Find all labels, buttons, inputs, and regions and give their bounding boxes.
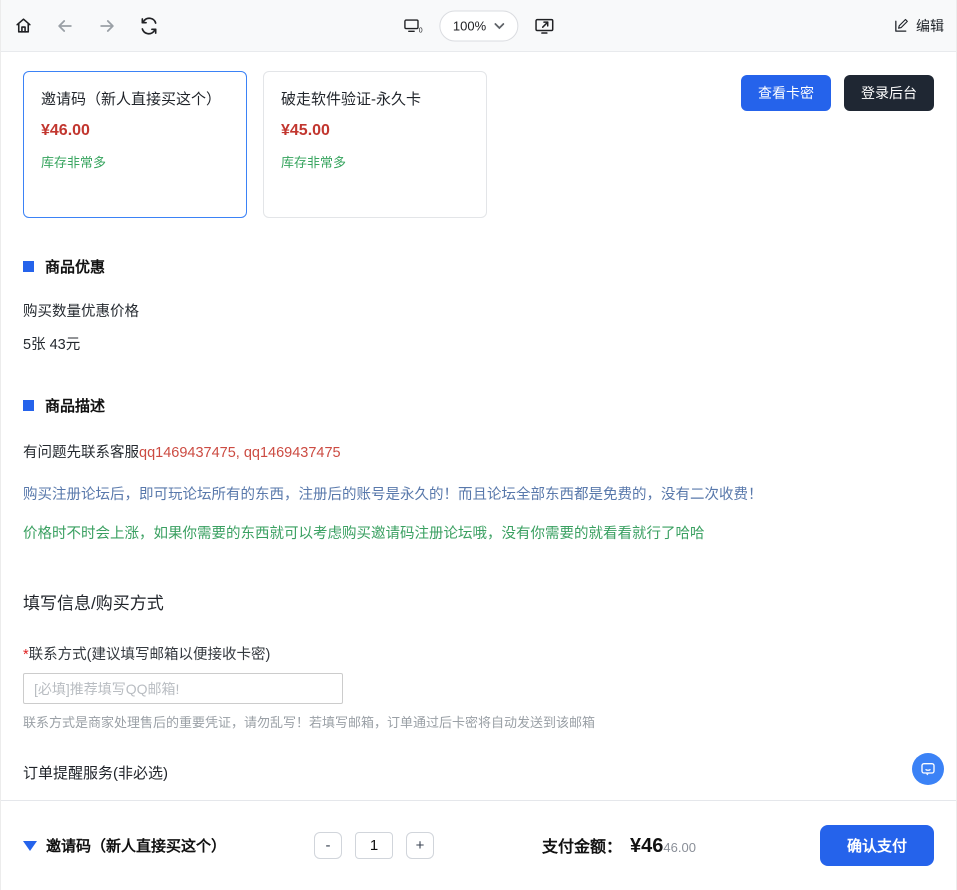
main-content: 邀请码（新人直接买这个） ¥46.00 库存非常多 破走软件验证-永久卡 ¥45… [1, 71, 956, 833]
checkout-bar: 邀请码（新人直接买这个） - + 支付金额： ¥46 46.00 确认支付 [1, 800, 956, 890]
forward-icon[interactable] [97, 16, 117, 36]
contact-qq-numbers: qq1469437475, qq1469437475 [139, 445, 341, 461]
promo-tier-line: 5张 43元 [23, 333, 934, 354]
chevron-down-icon [494, 22, 504, 29]
order-remind-label: 订单提醒服务(非必选) [23, 762, 934, 783]
login-admin-button[interactable]: 登录后台 [844, 75, 934, 111]
cast-screen-icon[interactable] [534, 16, 554, 36]
contact-field-label-text: 联系方式(建议填写邮箱以便接收卡密) [29, 647, 271, 663]
zoom-level-dropdown[interactable]: 100% [439, 10, 518, 41]
product-card-invite-code[interactable]: 邀请码（新人直接买这个） ¥46.00 库存非常多 [23, 71, 247, 218]
refresh-icon[interactable] [139, 16, 159, 36]
toolbar-center-group: 0 100% [403, 10, 554, 41]
chat-fab-button[interactable] [912, 753, 944, 785]
page: 0 100% 编辑 邀请码（新人直接买这个） ¥46.00 库存非常多 破走软件… [0, 0, 957, 890]
chat-bubble-icon [920, 761, 936, 777]
quantity-plus-button[interactable]: + [406, 832, 434, 859]
device-toolbar-icon[interactable]: 0 [403, 16, 423, 36]
quantity-stepper: - + [314, 832, 434, 859]
description-line-green: 价格时不时会上涨，如果你需要的东西就可以考虑购买邀请码注册论坛哦，没有你需要的就… [23, 522, 934, 543]
pay-amount-decimal: 46.00 [663, 840, 696, 855]
edit-pencil-icon [893, 17, 910, 34]
product-price: ¥45.00 [281, 122, 469, 140]
contact-service-line: 有问题先联系客服qq1469437475, qq1469437475 [23, 441, 934, 462]
contact-service-prefix: 有问题先联系客服 [23, 445, 139, 461]
promo-line: 购买数量优惠价格 [23, 300, 934, 321]
description-line-blue: 购买注册论坛后，即可玩论坛所有的东西，注册后的账号是永久的！而且论坛全部东西都是… [23, 483, 934, 504]
top-action-buttons: 查看卡密 登录后台 [741, 75, 934, 111]
description-section-header: 商品描述 [23, 395, 934, 416]
product-card-row: 邀请码（新人直接买这个） ¥46.00 库存非常多 破走软件验证-永久卡 ¥45… [23, 71, 934, 218]
svg-text:0: 0 [418, 27, 422, 34]
purchase-form-header: 填写信息/购买方式 [23, 589, 934, 614]
toolbar: 0 100% 编辑 [1, 0, 956, 52]
product-stock-status: 库存非常多 [41, 152, 229, 171]
section-bullet-icon [23, 400, 34, 411]
view-card-key-button[interactable]: 查看卡密 [741, 75, 831, 111]
selected-product-toggle[interactable]: 邀请码（新人直接买这个） [23, 835, 226, 856]
contact-help-text: 联系方式是商家处理售后的重要凭证，请勿乱写！若填写邮箱，订单通过后卡密将自动发送… [23, 712, 934, 731]
quantity-input[interactable] [355, 832, 393, 859]
edit-button-label: 编辑 [916, 16, 944, 36]
zoom-level-value: 100% [453, 18, 486, 33]
product-title: 邀请码（新人直接买这个） [41, 87, 229, 113]
contact-input[interactable] [23, 673, 343, 704]
home-icon[interactable] [13, 16, 33, 36]
contact-field-label: *联系方式(建议填写邮箱以便接收卡密) [23, 643, 934, 664]
promo-section-title: 商品优惠 [45, 256, 105, 277]
description-section-title: 商品描述 [45, 395, 105, 416]
back-icon[interactable] [55, 16, 75, 36]
pay-amount-group: 支付金额： ¥46 46.00 [542, 833, 696, 858]
product-price: ¥46.00 [41, 122, 229, 140]
promo-section-header: 商品优惠 [23, 256, 934, 277]
product-title: 破走软件验证-永久卡 [281, 87, 469, 113]
pay-amount-label: 支付金额： [542, 833, 622, 857]
product-card-software-license[interactable]: 破走软件验证-永久卡 ¥45.00 库存非常多 [263, 71, 487, 218]
edit-button[interactable]: 编辑 [893, 16, 944, 36]
confirm-pay-button[interactable]: 确认支付 [820, 825, 934, 866]
pay-amount-value: ¥46 [630, 835, 663, 858]
toolbar-nav-group [13, 16, 159, 36]
section-bullet-icon [23, 261, 34, 272]
product-stock-status: 库存非常多 [281, 152, 469, 171]
selected-product-name: 邀请码（新人直接买这个） [46, 835, 226, 856]
triangle-down-icon [23, 841, 37, 851]
quantity-minus-button[interactable]: - [314, 832, 342, 859]
